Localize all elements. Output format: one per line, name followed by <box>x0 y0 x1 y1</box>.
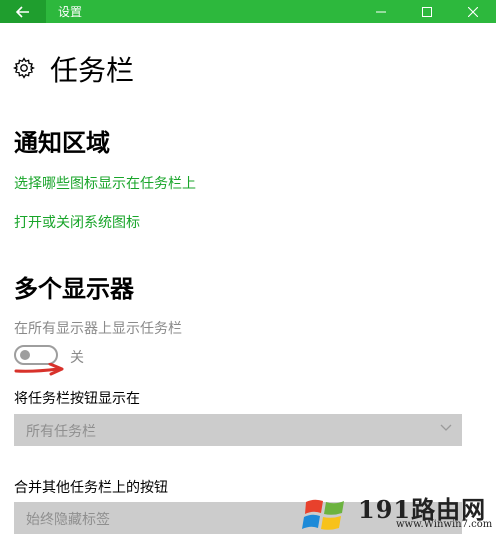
show-taskbar-all-displays-toggle[interactable] <box>14 345 58 365</box>
show-taskbar-all-displays-label: 在所有显示器上显示任务栏 <box>14 321 182 337</box>
page-title: 任务栏 <box>50 54 135 87</box>
title-bar: 设置 <box>0 0 496 23</box>
gear-icon <box>13 57 35 79</box>
back-arrow-icon <box>16 5 29 18</box>
windows-logo-icon <box>302 499 344 530</box>
maximize-button[interactable] <box>404 0 450 23</box>
link-system-icons[interactable]: 打开或关闭系统图标 <box>14 212 140 232</box>
taskbar-buttons-dropdown[interactable]: 所有任务栏 <box>14 414 462 446</box>
chevron-down-icon <box>440 424 452 431</box>
dropdown-value: 所有任务栏 <box>26 424 96 440</box>
watermark-url: www.Winwin7.com <box>396 519 493 530</box>
close-button[interactable] <box>450 0 496 23</box>
maximize-icon <box>422 6 432 17</box>
dropdown-value: 始终隐藏标签 <box>26 512 110 528</box>
section-heading-multiple-displays: 多个显示器 <box>14 275 134 303</box>
minimize-icon <box>376 11 386 12</box>
link-select-taskbar-icons[interactable]: 选择哪些图标显示在任务栏上 <box>14 173 196 193</box>
annotation-arrow-icon <box>14 363 64 376</box>
taskbar-buttons-display-label: 将任务栏按钮显示在 <box>14 391 140 407</box>
minimize-button[interactable] <box>358 0 404 23</box>
combine-buttons-label: 合并其他任务栏上的按钮 <box>14 480 168 496</box>
site-watermark: 191路由网 www.Winwin7.com <box>300 488 496 540</box>
toggle-knob <box>20 350 30 360</box>
toggle-state-label: 关 <box>70 350 84 366</box>
window-title: 设置 <box>58 5 83 19</box>
section-heading-notification-area: 通知区域 <box>14 129 110 157</box>
close-icon <box>468 6 478 17</box>
back-button[interactable] <box>0 0 46 23</box>
